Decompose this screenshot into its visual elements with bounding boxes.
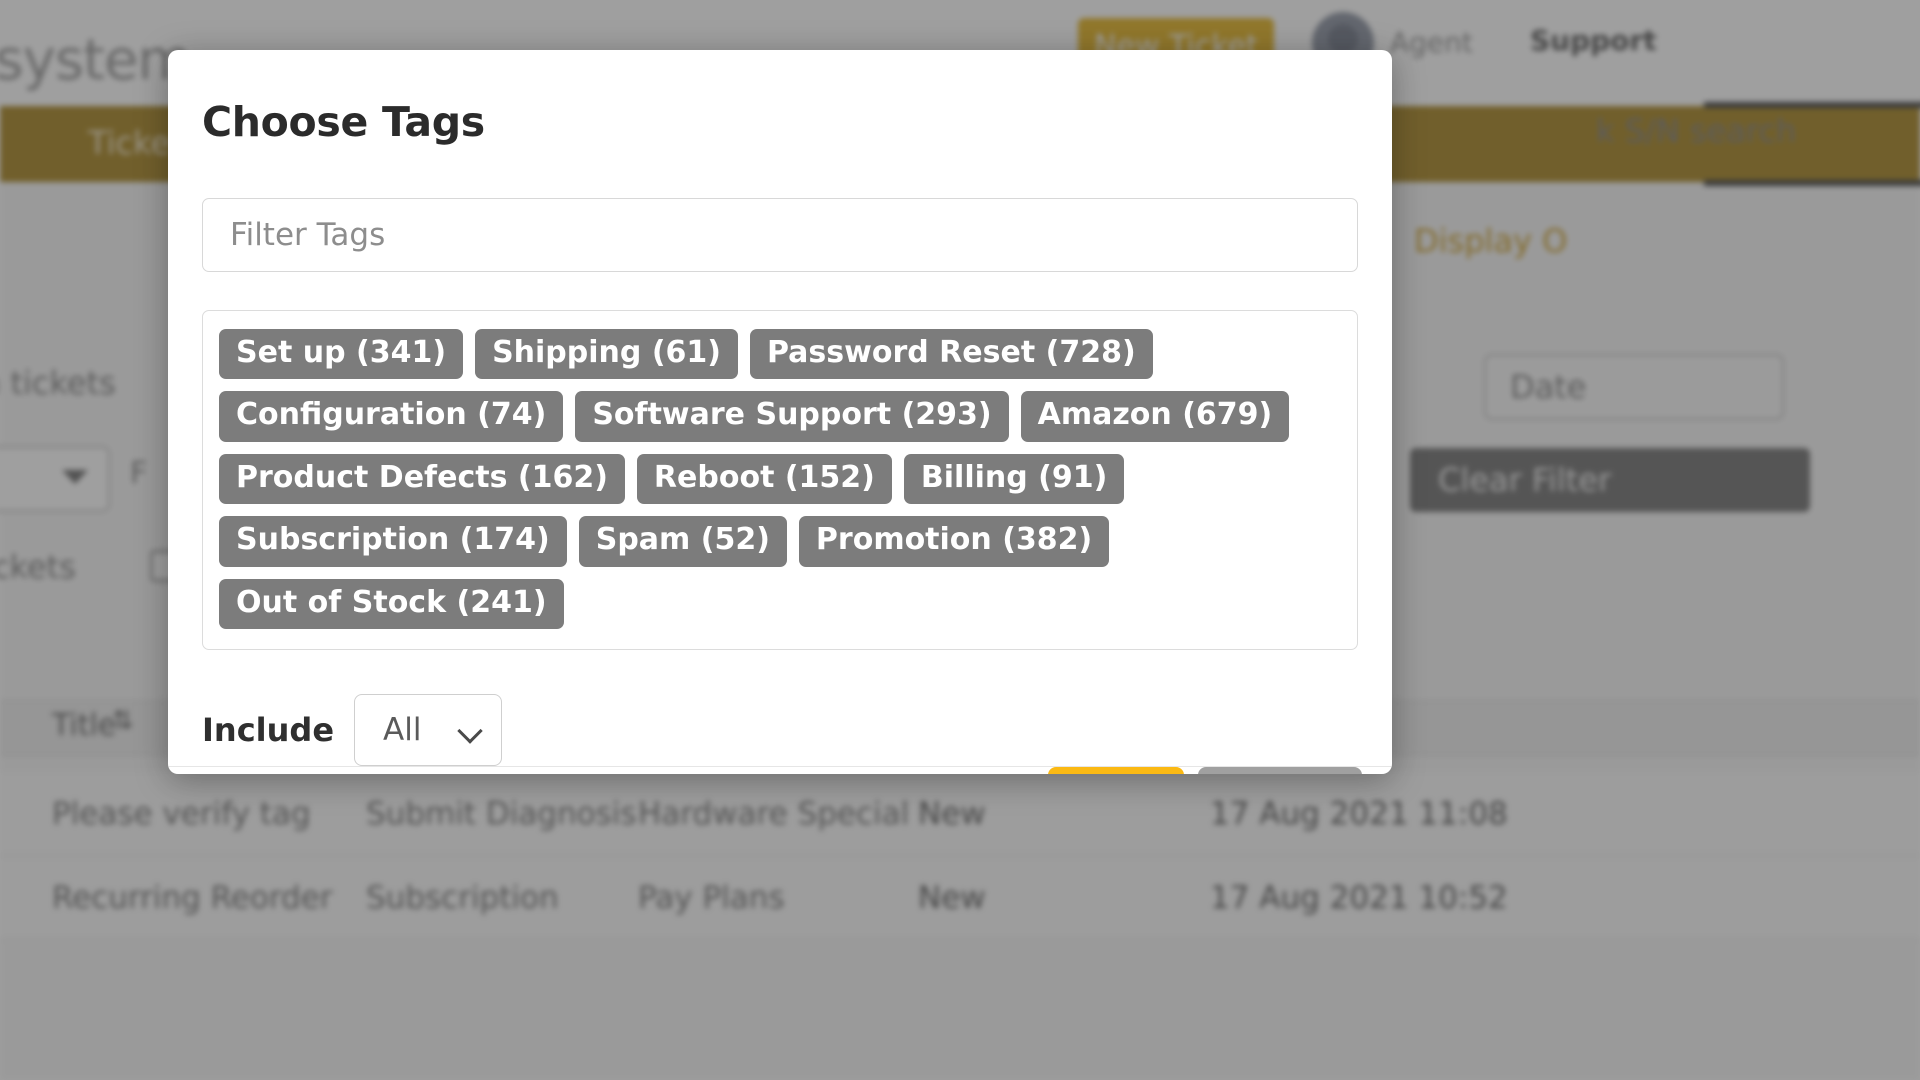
include-row: Include All Any — [202, 694, 1358, 766]
dialog-body: Choose Tags Set up (341) Shipping (61) P… — [168, 50, 1392, 766]
choose-tags-dialog: Choose Tags Set up (341) Shipping (61) P… — [168, 50, 1392, 774]
tag-chip[interactable]: Promotion (382) — [799, 516, 1109, 566]
cancel-button[interactable]: Cancel — [1198, 767, 1362, 774]
tag-chip[interactable]: Configuration (74) — [219, 391, 563, 441]
tag-chip[interactable]: Amazon (679) — [1021, 391, 1290, 441]
tag-chip[interactable]: Spam (52) — [579, 516, 787, 566]
tags-list: Set up (341) Shipping (61) Password Rese… — [202, 310, 1358, 650]
tag-chip[interactable]: Reboot (152) — [637, 454, 892, 504]
filter-tags-input[interactable] — [202, 198, 1358, 272]
filter-button[interactable]: Filter — [1048, 767, 1183, 774]
tag-chip[interactable]: Software Support (293) — [575, 391, 1008, 441]
tag-chip[interactable]: Billing (91) — [904, 454, 1124, 504]
tag-chip[interactable]: Password Reset (728) — [750, 329, 1153, 379]
tag-chip[interactable]: Out of Stock (241) — [219, 579, 564, 629]
include-label: Include — [202, 711, 334, 749]
dialog-title: Choose Tags — [202, 98, 1358, 146]
modal-layer: Choose Tags Set up (341) Shipping (61) P… — [0, 0, 1920, 1080]
include-select-wrapper: All Any — [354, 694, 502, 766]
tag-chip[interactable]: Shipping (61) — [475, 329, 738, 379]
tag-chip[interactable]: Subscription (174) — [219, 516, 567, 566]
include-select[interactable]: All Any — [354, 694, 502, 766]
tag-chip[interactable]: Set up (341) — [219, 329, 463, 379]
tag-chip[interactable]: Product Defects (162) — [219, 454, 625, 504]
dialog-footer: Filter Cancel — [168, 766, 1392, 774]
